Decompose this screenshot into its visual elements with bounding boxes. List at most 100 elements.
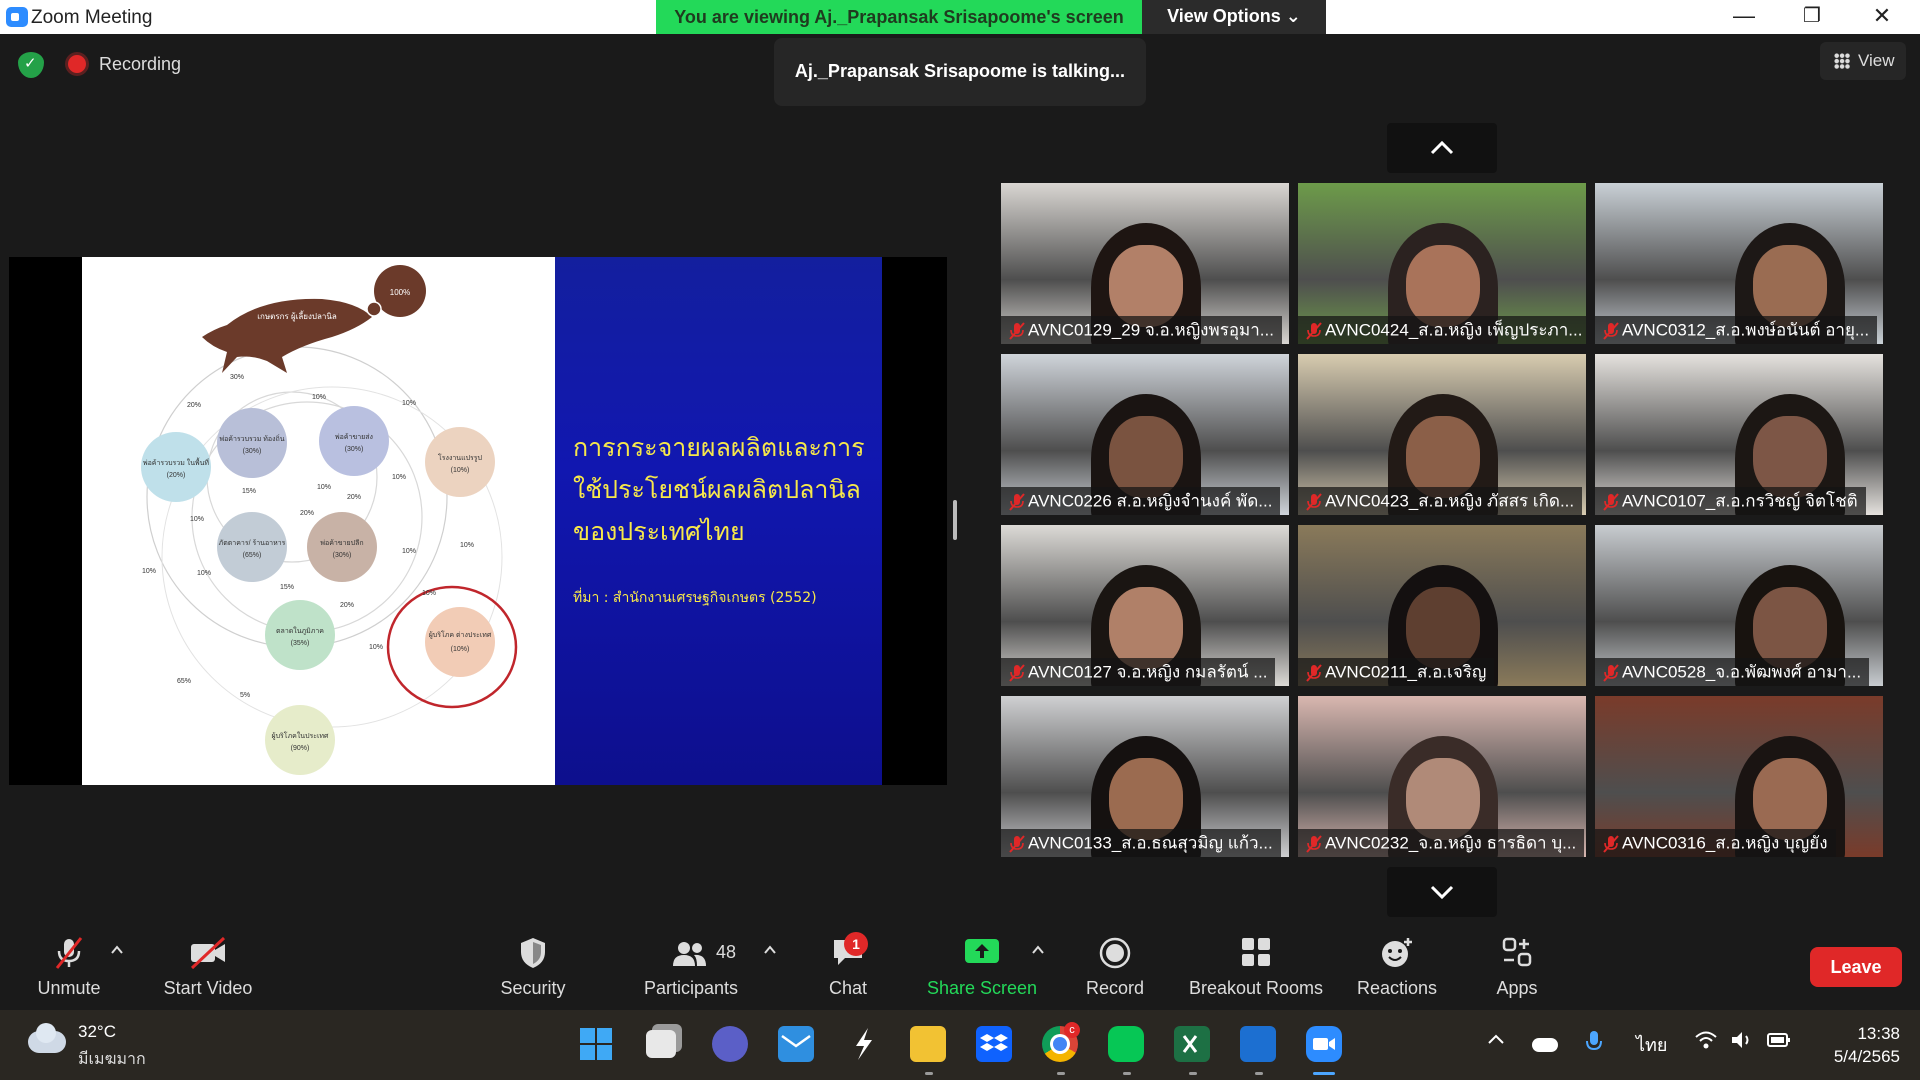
view-options-button[interactable]: View Options ⌄ bbox=[1142, 0, 1326, 34]
dropbox-icon[interactable] bbox=[976, 1026, 1012, 1062]
clock-date: 5/4/2565 bbox=[1833, 1047, 1900, 1066]
line-app-icon[interactable] bbox=[1108, 1026, 1144, 1062]
svg-text:10%: 10% bbox=[402, 400, 416, 407]
chevron-up-icon bbox=[1430, 140, 1454, 155]
participant-tile[interactable]: AVNC0226 ส.อ.หญิงจำนงค์ พัด... bbox=[1001, 354, 1289, 515]
chat-button[interactable]: Chat bbox=[808, 918, 888, 1010]
minimize-button[interactable]: — bbox=[1714, 0, 1774, 34]
meeting-toolbar: Unmute Start Video Security 48 Participa… bbox=[0, 918, 1920, 1010]
participant-name: AVNC0133_ส.อ.ธณสุวมิญ แก้ว... bbox=[1028, 833, 1273, 853]
participant-tile[interactable]: AVNC0232_จ.อ.หญิง ธารธิดา บุ... bbox=[1298, 696, 1586, 857]
battery-icon[interactable] bbox=[1766, 1030, 1792, 1055]
shared-screen[interactable]: 100% เกษตรกร ผู้เลี้ยงปลานิล พ่อค้ารวบรว… bbox=[9, 257, 947, 785]
participant-tile[interactable]: AVNC0133_ส.อ.ธณสุวมิญ แก้ว... bbox=[1001, 696, 1289, 857]
start-video-button[interactable]: Start Video bbox=[150, 918, 266, 1010]
svg-text:10%: 10% bbox=[190, 516, 204, 523]
audio-options-caret-icon[interactable] bbox=[109, 942, 125, 958]
participant-tile[interactable]: AVNC0127 จ.อ.หญิง กมลรัตน์ ... bbox=[1001, 525, 1289, 686]
volume-icon[interactable] bbox=[1730, 1030, 1754, 1055]
split-resize-handle[interactable] bbox=[953, 500, 957, 540]
chevron-down-icon bbox=[1430, 885, 1454, 900]
participants-options-caret-icon[interactable] bbox=[762, 942, 778, 958]
teams-chat-icon[interactable] bbox=[712, 1026, 748, 1062]
svg-text:10%: 10% bbox=[422, 590, 436, 597]
weather-cloud-icon[interactable] bbox=[28, 1023, 66, 1053]
chat-unread-badge: 1 bbox=[844, 932, 868, 956]
gallery-next-button[interactable] bbox=[1387, 867, 1497, 917]
participant-tile[interactable]: AVNC0107_ส.อ.กรวิชญ์ จิตโชติ bbox=[1595, 354, 1883, 515]
participant-name: AVNC0316_ส.อ.หญิง บุญยัง bbox=[1622, 833, 1828, 853]
participant-name-bar: AVNC0226 ส.อ.หญิงจำนงค์ พัด... bbox=[1001, 487, 1281, 515]
node-foreign-consumer: ผู้บริโภค ต่างประเทศ (10%) bbox=[425, 607, 495, 677]
maximize-button[interactable]: ❐ bbox=[1782, 0, 1842, 34]
participant-tile[interactable]: AVNC0423_ส.อ.หญิง ภัสสร เกิด... bbox=[1298, 354, 1586, 515]
participant-name: AVNC0424_ส.อ.หญิง เพ็ญประภา... bbox=[1325, 320, 1583, 340]
node-domestic-consumer: ผู้บริโภคในประเทศ (90%) bbox=[265, 705, 335, 775]
windows-taskbar bbox=[0, 1010, 1920, 1080]
participants-button[interactable]: 48 Participants bbox=[636, 918, 746, 1010]
svg-text:ผู้บริโภค ต่างประเทศ: ผู้บริโภค ต่างประเทศ bbox=[429, 630, 492, 639]
svg-text:(30%): (30%) bbox=[333, 552, 352, 559]
participant-name: AVNC0129_29 จ.อ.หญิงพรอุมา... bbox=[1028, 320, 1274, 340]
unmute-label: Unmute bbox=[37, 978, 101, 998]
breakout-rooms-button[interactable]: Breakout Rooms bbox=[1186, 918, 1326, 1010]
apps-button[interactable]: Apps bbox=[1472, 918, 1562, 1010]
active-speaker-indicator: Aj._Prapansak Srisapoome is talking... bbox=[774, 38, 1146, 106]
wifi-icon[interactable] bbox=[1694, 1030, 1718, 1055]
zoom-window: Zoom Meeting You are viewing Aj._Prapans… bbox=[0, 0, 1920, 1080]
weather-description[interactable]: มีเมฆมาก bbox=[78, 1047, 146, 1072]
participant-name-bar: AVNC0424_ส.อ.หญิง เพ็ญประภา... bbox=[1298, 316, 1586, 344]
reactions-button[interactable]: Reactions bbox=[1352, 918, 1442, 1010]
participant-tile[interactable]: AVNC0312_ส.อ.พงษ์อนันต์ อายุ... bbox=[1595, 183, 1883, 344]
record-button[interactable]: Record bbox=[1070, 918, 1160, 1010]
photos-icon[interactable] bbox=[1240, 1026, 1276, 1062]
participant-tile[interactable]: AVNC0129_29 จ.อ.หญิงพรอุมา... bbox=[1001, 183, 1289, 344]
onedrive-cloud-icon[interactable] bbox=[1532, 1038, 1558, 1052]
input-language-indicator[interactable]: ไทย bbox=[1636, 1030, 1667, 1059]
taskbar-clock[interactable]: 13:38 5/4/2565 bbox=[1812, 1022, 1900, 1068]
unmute-button[interactable]: Unmute bbox=[22, 918, 116, 1010]
excel-icon[interactable] bbox=[1174, 1026, 1210, 1062]
svg-text:10%: 10% bbox=[392, 474, 406, 481]
gallery-prev-button[interactable] bbox=[1387, 123, 1497, 173]
zoom-taskbar-icon[interactable] bbox=[1306, 1026, 1342, 1062]
participant-tile[interactable]: AVNC0316_ส.อ.หญิง บุญยัง bbox=[1595, 696, 1883, 857]
share-options-caret-icon[interactable] bbox=[1030, 942, 1046, 958]
file-explorer-icon[interactable] bbox=[910, 1026, 946, 1062]
view-button[interactable]: View bbox=[1820, 42, 1906, 80]
tray-chevron-up-icon[interactable] bbox=[1486, 1030, 1506, 1055]
weather-temperature[interactable]: 32°C bbox=[78, 1022, 116, 1042]
security-button[interactable]: Security bbox=[488, 918, 578, 1010]
participant-tile[interactable]: AVNC0211_ส.อ.เจริญ bbox=[1298, 525, 1586, 686]
window-title: Zoom Meeting bbox=[31, 7, 153, 28]
muted-mic-icon bbox=[1009, 663, 1025, 682]
svg-text:10%: 10% bbox=[460, 542, 474, 549]
encryption-shield-icon[interactable] bbox=[18, 52, 44, 78]
close-button[interactable]: ✕ bbox=[1852, 0, 1912, 34]
windows-start-icon[interactable] bbox=[578, 1026, 614, 1062]
svg-text:(90%): (90%) bbox=[291, 745, 310, 752]
participant-tile[interactable]: AVNC0424_ส.อ.หญิง เพ็ญประภา... bbox=[1298, 183, 1586, 344]
breakout-rooms-icon bbox=[1242, 938, 1270, 966]
slide-title-panel: การกระจายผลผลิตและการใช้ประโยชน์ผลผลิตปล… bbox=[555, 257, 882, 785]
task-view-icon[interactable] bbox=[646, 1030, 676, 1058]
svg-text:15%: 15% bbox=[242, 488, 256, 495]
leave-meeting-button[interactable]: Leave bbox=[1810, 947, 1902, 987]
viewing-screen-banner: You are viewing Aj._Prapansak Srisapoome… bbox=[656, 0, 1142, 34]
fish-label: เกษตรกร ผู้เลี้ยงปลานิล bbox=[257, 310, 337, 322]
svg-text:15%: 15% bbox=[280, 584, 294, 591]
ms-store-bolt-icon[interactable] bbox=[846, 1026, 882, 1062]
svg-text:10%: 10% bbox=[312, 394, 326, 401]
participants-icon bbox=[673, 942, 706, 966]
share-screen-button[interactable]: Share Screen bbox=[920, 918, 1044, 1010]
clock-time: 13:38 bbox=[1857, 1024, 1900, 1043]
mail-icon[interactable] bbox=[778, 1026, 814, 1062]
svg-text:(30%): (30%) bbox=[243, 448, 262, 455]
microphone-tray-icon[interactable] bbox=[1584, 1030, 1604, 1059]
svg-text:(10%): (10%) bbox=[451, 467, 470, 474]
share-screen-label: Share Screen bbox=[926, 978, 1038, 998]
participant-tile[interactable]: AVNC0528_จ.อ.พัฒพงศ์ อามา... bbox=[1595, 525, 1883, 686]
chat-label: Chat bbox=[828, 978, 868, 998]
record-icon bbox=[1099, 937, 1131, 969]
participant-name: AVNC0232_จ.อ.หญิง ธารธิดา บุ... bbox=[1325, 833, 1577, 853]
